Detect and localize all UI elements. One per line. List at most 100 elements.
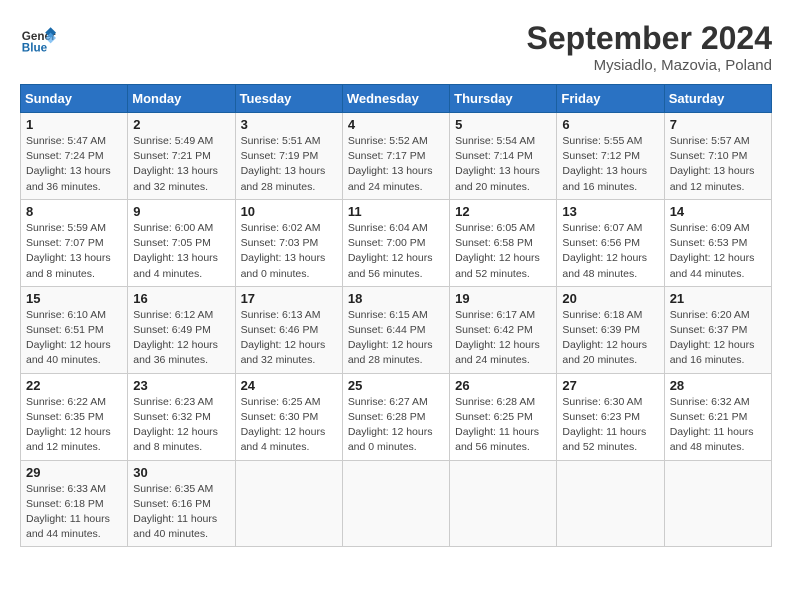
calendar-cell: 23 Sunrise: 6:23 AM Sunset: 6:32 PM Dayli… bbox=[128, 373, 235, 460]
day-number: 20 bbox=[562, 291, 658, 306]
svg-text:Blue: Blue bbox=[22, 42, 48, 55]
day-info: Sunrise: 6:00 AM Sunset: 7:05 PM Dayligh… bbox=[133, 221, 229, 282]
calendar-cell: 1 Sunrise: 5:47 AM Sunset: 7:24 PM Daylig… bbox=[21, 113, 128, 200]
day-info: Sunrise: 6:09 AM Sunset: 6:53 PM Dayligh… bbox=[670, 221, 766, 282]
weekday-header-tuesday: Tuesday bbox=[235, 85, 342, 113]
calendar-cell bbox=[450, 460, 557, 547]
calendar-week-1: 1 Sunrise: 5:47 AM Sunset: 7:24 PM Daylig… bbox=[21, 113, 772, 200]
calendar-cell: 2 Sunrise: 5:49 AM Sunset: 7:21 PM Daylig… bbox=[128, 113, 235, 200]
calendar-cell bbox=[342, 460, 449, 547]
logo: General Blue bbox=[20, 20, 56, 56]
day-info: Sunrise: 6:10 AM Sunset: 6:51 PM Dayligh… bbox=[26, 308, 122, 369]
day-number: 14 bbox=[670, 204, 766, 219]
calendar-cell: 8 Sunrise: 5:59 AM Sunset: 7:07 PM Daylig… bbox=[21, 199, 128, 286]
calendar-cell: 4 Sunrise: 5:52 AM Sunset: 7:17 PM Daylig… bbox=[342, 113, 449, 200]
calendar-cell: 29 Sunrise: 6:33 AM Sunset: 6:18 PM Dayli… bbox=[21, 460, 128, 547]
title-block: September 2024 Mysiadlo, Mazovia, Poland bbox=[527, 20, 772, 74]
day-number: 8 bbox=[26, 204, 122, 219]
calendar-week-3: 15 Sunrise: 6:10 AM Sunset: 6:51 PM Dayli… bbox=[21, 286, 772, 373]
day-number: 30 bbox=[133, 465, 229, 480]
calendar-cell: 11 Sunrise: 6:04 AM Sunset: 7:00 PM Dayli… bbox=[342, 199, 449, 286]
day-info: Sunrise: 6:27 AM Sunset: 6:28 PM Dayligh… bbox=[348, 395, 444, 456]
day-info: Sunrise: 6:32 AM Sunset: 6:21 PM Dayligh… bbox=[670, 395, 766, 456]
day-info: Sunrise: 5:55 AM Sunset: 7:12 PM Dayligh… bbox=[562, 134, 658, 195]
day-info: Sunrise: 6:13 AM Sunset: 6:46 PM Dayligh… bbox=[241, 308, 337, 369]
calendar-cell: 6 Sunrise: 5:55 AM Sunset: 7:12 PM Daylig… bbox=[557, 113, 664, 200]
calendar-cell: 26 Sunrise: 6:28 AM Sunset: 6:25 PM Dayli… bbox=[450, 373, 557, 460]
calendar-cell: 22 Sunrise: 6:22 AM Sunset: 6:35 PM Dayli… bbox=[21, 373, 128, 460]
day-info: Sunrise: 6:25 AM Sunset: 6:30 PM Dayligh… bbox=[241, 395, 337, 456]
calendar-cell: 21Sunrise: 6:20 AM Sunset: 6:37 PM Dayli… bbox=[664, 286, 771, 373]
day-info: Sunrise: 6:28 AM Sunset: 6:25 PM Dayligh… bbox=[455, 395, 551, 456]
day-number: 13 bbox=[562, 204, 658, 219]
location: Mysiadlo, Mazovia, Poland bbox=[527, 57, 772, 74]
calendar-cell: 20 Sunrise: 6:18 AM Sunset: 6:39 PM Dayli… bbox=[557, 286, 664, 373]
calendar-cell: 10 Sunrise: 6:02 AM Sunset: 7:03 PM Dayli… bbox=[235, 199, 342, 286]
day-number: 11 bbox=[348, 204, 444, 219]
day-number: 26 bbox=[455, 378, 551, 393]
day-info: Sunrise: 6:22 AM Sunset: 6:35 PM Dayligh… bbox=[26, 395, 122, 456]
page-header: General Blue September 2024 Mysiadlo, Ma… bbox=[20, 20, 772, 74]
day-info: Sunrise: 6:18 AM Sunset: 6:39 PM Dayligh… bbox=[562, 308, 658, 369]
day-info: Sunrise: 5:59 AM Sunset: 7:07 PM Dayligh… bbox=[26, 221, 122, 282]
day-number: 2 bbox=[133, 117, 229, 132]
day-number: 15 bbox=[26, 291, 122, 306]
calendar-cell: 18Sunrise: 6:15 AM Sunset: 6:44 PM Dayli… bbox=[342, 286, 449, 373]
weekday-header-wednesday: Wednesday bbox=[342, 85, 449, 113]
day-info: Sunrise: 6:07 AM Sunset: 6:56 PM Dayligh… bbox=[562, 221, 658, 282]
day-info: Sunrise: 6:35 AM Sunset: 6:16 PM Dayligh… bbox=[133, 482, 229, 543]
day-number: 25 bbox=[348, 378, 444, 393]
day-number: 17 bbox=[241, 291, 337, 306]
day-info: Sunrise: 6:30 AM Sunset: 6:23 PM Dayligh… bbox=[562, 395, 658, 456]
day-number: 21 bbox=[670, 291, 766, 306]
calendar-cell: 14 Sunrise: 6:09 AM Sunset: 6:53 PM Dayli… bbox=[664, 199, 771, 286]
weekday-header-friday: Friday bbox=[557, 85, 664, 113]
calendar-cell: 24 Sunrise: 6:25 AM Sunset: 6:30 PM Dayli… bbox=[235, 373, 342, 460]
calendar-cell: 17 Sunrise: 6:13 AM Sunset: 6:46 PM Dayli… bbox=[235, 286, 342, 373]
logo-icon: General Blue bbox=[20, 20, 56, 56]
calendar-cell: 9 Sunrise: 6:00 AM Sunset: 7:05 PM Daylig… bbox=[128, 199, 235, 286]
calendar-cell: 3Sunrise: 5:51 AM Sunset: 7:19 PM Daylig… bbox=[235, 113, 342, 200]
weekday-header-thursday: Thursday bbox=[450, 85, 557, 113]
weekday-header-monday: Monday bbox=[128, 85, 235, 113]
day-number: 9 bbox=[133, 204, 229, 219]
day-info: Sunrise: 5:47 AM Sunset: 7:24 PM Dayligh… bbox=[26, 134, 122, 195]
day-number: 1 bbox=[26, 117, 122, 132]
day-info: Sunrise: 6:04 AM Sunset: 7:00 PM Dayligh… bbox=[348, 221, 444, 282]
calendar-cell: 27 Sunrise: 6:30 AM Sunset: 6:23 PM Dayli… bbox=[557, 373, 664, 460]
day-info: Sunrise: 6:17 AM Sunset: 6:42 PM Dayligh… bbox=[455, 308, 551, 369]
day-info: Sunrise: 6:15 AM Sunset: 6:44 PM Dayligh… bbox=[348, 308, 444, 369]
day-info: Sunrise: 5:52 AM Sunset: 7:17 PM Dayligh… bbox=[348, 134, 444, 195]
day-number: 23 bbox=[133, 378, 229, 393]
day-number: 3 bbox=[241, 117, 337, 132]
day-number: 10 bbox=[241, 204, 337, 219]
day-info: Sunrise: 6:33 AM Sunset: 6:18 PM Dayligh… bbox=[26, 482, 122, 543]
day-number: 12 bbox=[455, 204, 551, 219]
day-number: 28 bbox=[670, 378, 766, 393]
day-number: 4 bbox=[348, 117, 444, 132]
day-info: Sunrise: 5:54 AM Sunset: 7:14 PM Dayligh… bbox=[455, 134, 551, 195]
calendar-cell: 25 Sunrise: 6:27 AM Sunset: 6:28 PM Dayli… bbox=[342, 373, 449, 460]
day-info: Sunrise: 6:02 AM Sunset: 7:03 PM Dayligh… bbox=[241, 221, 337, 282]
day-number: 22 bbox=[26, 378, 122, 393]
calendar-cell bbox=[235, 460, 342, 547]
calendar-cell: 15 Sunrise: 6:10 AM Sunset: 6:51 PM Dayli… bbox=[21, 286, 128, 373]
calendar-cell: 30 Sunrise: 6:35 AM Sunset: 6:16 PM Dayli… bbox=[128, 460, 235, 547]
day-number: 24 bbox=[241, 378, 337, 393]
calendar-cell: 13 Sunrise: 6:07 AM Sunset: 6:56 PM Dayli… bbox=[557, 199, 664, 286]
day-info: Sunrise: 6:23 AM Sunset: 6:32 PM Dayligh… bbox=[133, 395, 229, 456]
day-info: Sunrise: 5:49 AM Sunset: 7:21 PM Dayligh… bbox=[133, 134, 229, 195]
calendar-cell bbox=[557, 460, 664, 547]
calendar-cell: 7Sunrise: 5:57 AM Sunset: 7:10 PM Daylig… bbox=[664, 113, 771, 200]
calendar-week-2: 8 Sunrise: 5:59 AM Sunset: 7:07 PM Daylig… bbox=[21, 199, 772, 286]
day-number: 16 bbox=[133, 291, 229, 306]
day-number: 7 bbox=[670, 117, 766, 132]
day-number: 27 bbox=[562, 378, 658, 393]
day-number: 29 bbox=[26, 465, 122, 480]
calendar-cell: 19Sunrise: 6:17 AM Sunset: 6:42 PM Dayli… bbox=[450, 286, 557, 373]
weekday-header-sunday: Sunday bbox=[21, 85, 128, 113]
weekday-header-saturday: Saturday bbox=[664, 85, 771, 113]
day-number: 5 bbox=[455, 117, 551, 132]
day-number: 6 bbox=[562, 117, 658, 132]
day-info: Sunrise: 6:05 AM Sunset: 6:58 PM Dayligh… bbox=[455, 221, 551, 282]
